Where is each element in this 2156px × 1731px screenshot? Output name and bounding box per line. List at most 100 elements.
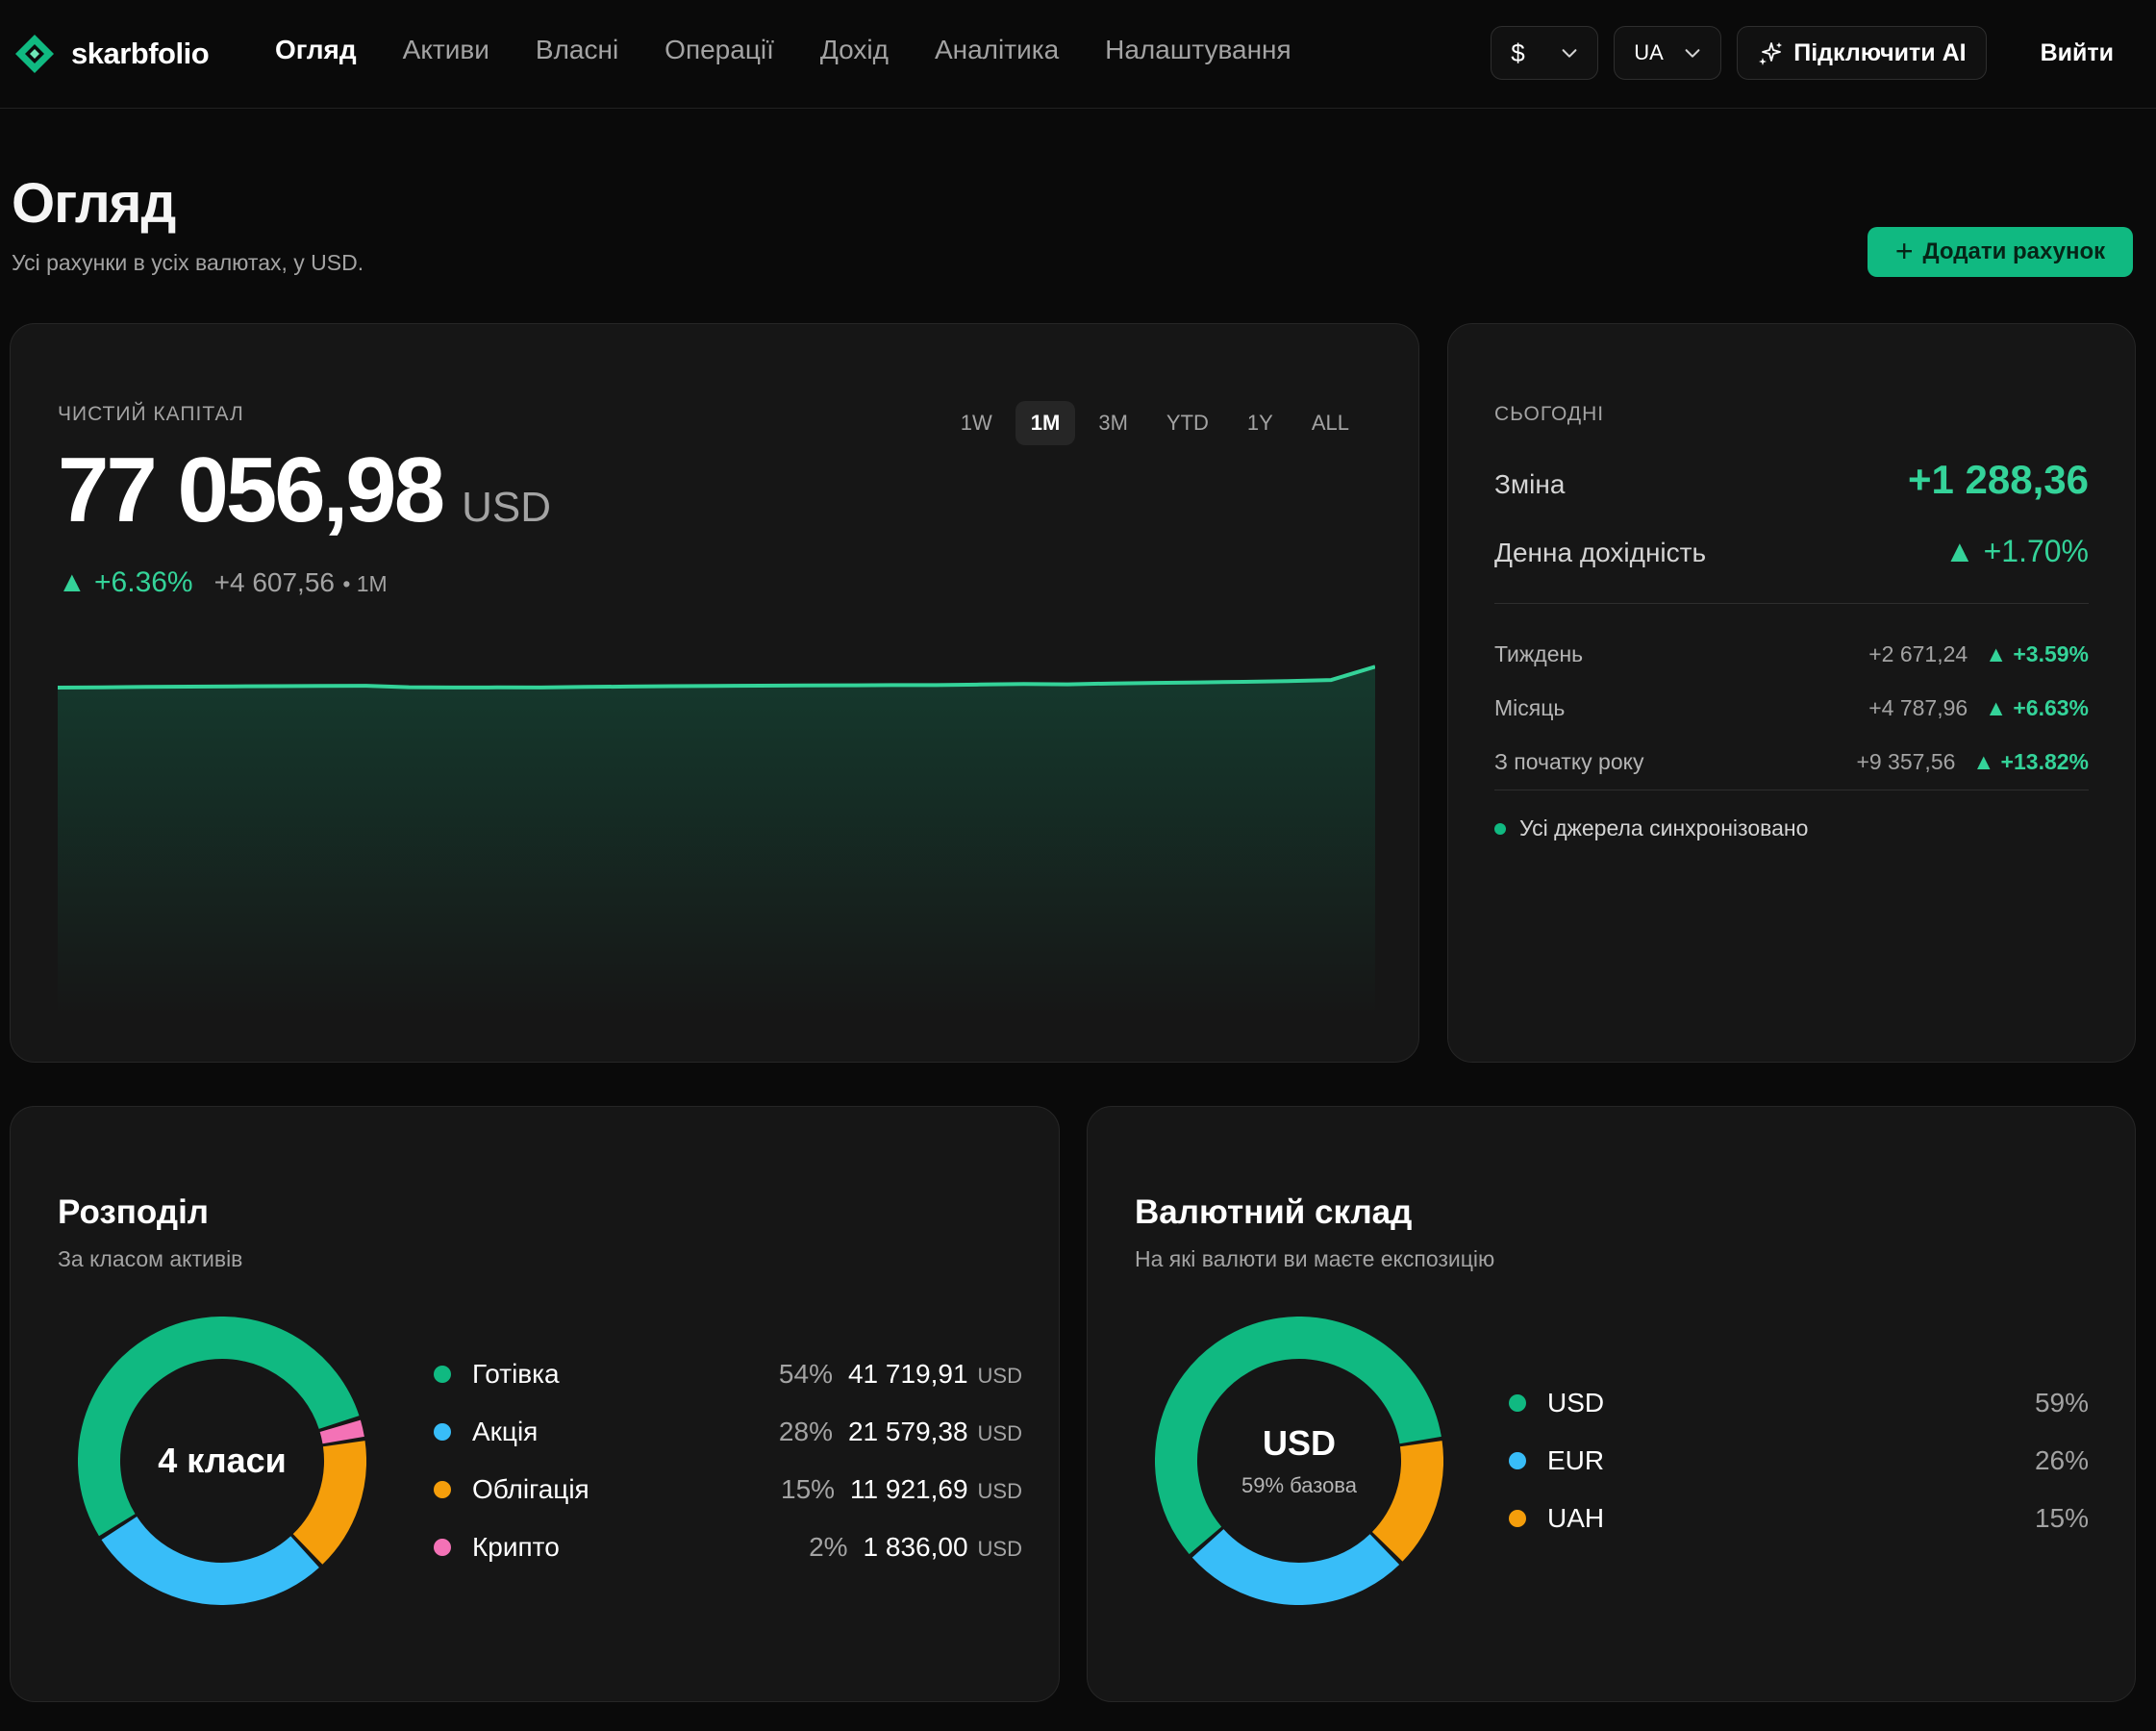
legend-item-uah: UAH 15% (1509, 1503, 2089, 1534)
nav-item-analytics[interactable]: Аналітика (935, 35, 1059, 65)
net-worth-change-pct: ▲ +6.36% (58, 566, 193, 598)
today-change-row: Зміна +1 288,36 (1494, 457, 2089, 503)
net-worth-value: 77 056,98 USD (58, 438, 551, 543)
connect-ai-label: Підключити AI (1793, 38, 1967, 66)
nav-item-transactions[interactable]: Операції (664, 35, 774, 65)
legend-dot-icon (434, 1539, 451, 1556)
net-worth-unit: USD (462, 484, 551, 531)
legend-pct: 15% (2034, 1503, 2089, 1533)
allocation-legend: Готівка 54% 41 719,91 USD Акція 28% 21 5… (434, 1359, 1022, 1562)
add-account-button[interactable]: + Додати рахунок (1868, 227, 2133, 277)
today-yield-label: Денна дохідність (1494, 538, 1707, 567)
currency-center-sub: 59% базова (1241, 1473, 1357, 1497)
language-select-value: UA (1634, 40, 1664, 64)
legend-pct: 28% (778, 1417, 833, 1446)
plus-icon: + (1894, 233, 1914, 268)
nav-item-income[interactable]: Дохід (820, 35, 889, 65)
range-3m[interactable]: 3M (1083, 401, 1143, 445)
legend-dot-icon (1509, 1394, 1526, 1412)
legend-amount: 41 719,91 (847, 1359, 968, 1389)
net-worth-amount: 77 056,98 (58, 439, 445, 541)
range-all[interactable]: ALL (1296, 401, 1365, 445)
top-navigation-bar: skarbfolio Огляд Активи Власні Операції … (0, 0, 2156, 109)
net-worth-change: ▲ +6.36% +4 607,56 • 1M (58, 566, 388, 599)
legend-name: Акція (472, 1417, 539, 1446)
legend-pct: 2% (809, 1532, 848, 1562)
net-worth-area (58, 666, 1375, 1016)
logout-button[interactable]: Вийти (2025, 39, 2129, 67)
period-abs: +4 787,96 (1868, 695, 1968, 720)
legend-name: EUR (1547, 1445, 1605, 1475)
legend-unit: USD (977, 1537, 1022, 1561)
currency-mix-subtitle: На які валюти ви маєте експозицію (1135, 1246, 1495, 1271)
legend-item-eur: EUR 26% (1509, 1445, 2089, 1476)
period-abs: +9 357,56 (1856, 749, 1956, 774)
range-ytd[interactable]: YTD (1151, 401, 1224, 445)
period-abs: +2 671,24 (1868, 641, 1968, 666)
range-1y[interactable]: 1Y (1232, 401, 1289, 445)
range-1m[interactable]: 1M (1015, 401, 1076, 445)
nav-item-overview[interactable]: Огляд (275, 35, 357, 65)
period-pct: ▲ +13.82% (1972, 749, 2089, 774)
legend-name: Готівка (472, 1359, 560, 1389)
net-worth-chart[interactable] (58, 651, 1375, 1016)
legend-name: Крипто (472, 1532, 560, 1562)
currency-legend: USD 59% EUR 26% UAH 15% (1509, 1388, 2089, 1533)
legend-dot-icon (434, 1366, 451, 1383)
currency-select[interactable]: $ (1491, 26, 1599, 80)
legend-name: USD (1547, 1388, 1605, 1417)
today-change-label: Зміна (1494, 469, 1566, 499)
divider (1494, 603, 2089, 604)
chevron-down-icon (1685, 49, 1700, 58)
legend-dot-icon (1509, 1452, 1526, 1469)
net-worth-label: ЧИСТИЙ КАПІТАЛ (58, 403, 244, 425)
today-change-value: +1 288,36 (1907, 457, 2089, 502)
period-row-month: Місяць +4 787,96 ▲ +6.63% (1494, 695, 2089, 721)
currency-donut[interactable]: USD 59% базова (1155, 1317, 1443, 1605)
brand-diamond-icon (15, 35, 54, 73)
legend-dot-icon (434, 1481, 451, 1498)
period-row-ytd: З початку року +9 357,56 ▲ +13.82% (1494, 749, 2089, 775)
period-label: Тиждень (1494, 641, 1584, 666)
brand-logo[interactable]: skarbfolio (13, 33, 210, 75)
legend-pct: 59% (2034, 1388, 2089, 1417)
nav-item-assets[interactable]: Активи (403, 35, 489, 65)
currency-donut-center: USD 59% базова (1155, 1317, 1443, 1605)
period-label: Місяць (1494, 695, 1566, 720)
net-worth-change-abs: +4 607,56 (213, 567, 335, 597)
legend-name: UAH (1547, 1503, 1605, 1533)
net-worth-change-period: • 1M (342, 571, 388, 596)
legend-dot-icon (434, 1423, 451, 1441)
legend-amount: 21 579,38 (847, 1417, 968, 1446)
legend-unit: USD (977, 1364, 1022, 1388)
net-worth-line (58, 665, 1375, 690)
nav-item-settings[interactable]: Налаштування (1105, 35, 1291, 65)
top-actions: $ UA Підключити AI Вийти (1491, 26, 2129, 80)
allocation-donut[interactable]: 4 класи (78, 1317, 366, 1605)
nav-item-custom[interactable]: Власні (536, 35, 618, 65)
main-nav: Огляд Активи Власні Операції Дохід Аналі… (275, 35, 1291, 65)
page-title: Огляд (12, 172, 176, 235)
legend-item-usd: USD 59% (1509, 1388, 2089, 1418)
allocation-subtitle: За класом активів (58, 1246, 243, 1271)
allocation-center-label: 4 класи (158, 1441, 287, 1480)
sync-status: Усі джерела синхронізовано (1494, 815, 1808, 841)
chevron-down-icon (1562, 49, 1577, 58)
legend-dot-icon (1509, 1510, 1526, 1527)
legend-pct: 54% (778, 1359, 833, 1389)
legend-item-crypto: Крипто 2% 1 836,00 USD (434, 1532, 1022, 1563)
net-worth-card: ЧИСТИЙ КАПІТАЛ 77 056,98 USD ▲ +6.36% +4… (10, 323, 1419, 1063)
language-select[interactable]: UA (1614, 26, 1722, 80)
legend-name: Облігація (472, 1474, 589, 1504)
range-1w[interactable]: 1W (945, 401, 1008, 445)
today-yield-row: Денна дохідність ▲ +1.70% (1494, 534, 2089, 569)
period-pct: ▲ +3.59% (1985, 641, 2089, 666)
add-account-label: Додати рахунок (1922, 238, 2106, 264)
currency-mix-card: Валютний склад На які валюти ви маєте ек… (1087, 1106, 2136, 1702)
today-card: СЬОГОДНІ Зміна +1 288,36 Денна дохідніст… (1447, 323, 2136, 1063)
allocation-card: Розподіл За класом активів 4 класи Готів… (10, 1106, 1060, 1702)
connect-ai-button[interactable]: Підключити AI (1737, 26, 1987, 80)
legend-amount: 1 836,00 (863, 1532, 968, 1562)
period-label: З початку року (1494, 749, 1644, 774)
legend-pct: 26% (2034, 1445, 2089, 1475)
